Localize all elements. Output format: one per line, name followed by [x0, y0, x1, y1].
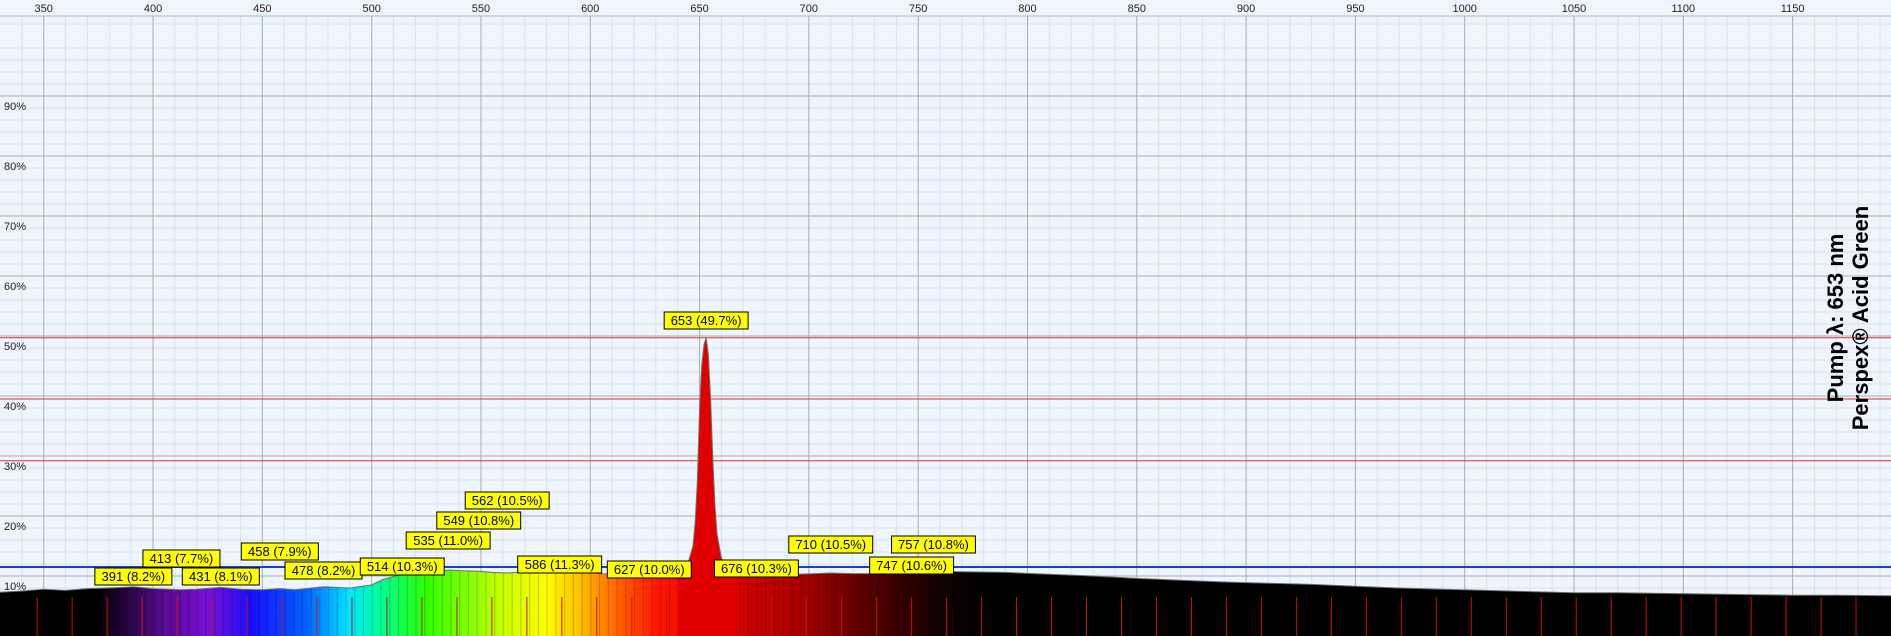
y-tick-label: 80% — [4, 161, 26, 173]
annotation-label: 757 (10.8%) — [898, 537, 969, 552]
annotation: 514 (10.3%) — [359, 557, 445, 576]
y-tick-label: 50% — [4, 341, 26, 353]
annotation: 627 (10.0%) — [606, 560, 692, 579]
x-tick-label: 1100 — [1671, 3, 1695, 15]
annotation: 747 (10.6%) — [869, 556, 955, 575]
x-tick-label: 900 — [1237, 3, 1255, 15]
y-tick-label: 90% — [4, 101, 26, 113]
annotation-label: 747 (10.6%) — [876, 558, 947, 573]
annotation-label: 627 (10.0%) — [614, 562, 685, 577]
y-tick-label: 70% — [4, 221, 26, 233]
annotation-label: 514 (10.3%) — [367, 559, 438, 574]
annotation: 757 (10.8%) — [891, 535, 976, 554]
annotation-label: 562 (10.5%) — [472, 493, 543, 508]
y-tick-label: 20% — [4, 521, 26, 533]
x-tick-label: 650 — [690, 3, 708, 15]
x-tick-label: 850 — [1128, 3, 1146, 15]
x-tick-label: 1050 — [1562, 3, 1586, 15]
x-tick-label: 350 — [35, 3, 53, 15]
annotation-label: 586 (11.3%) — [525, 557, 595, 572]
annotation-label: 431 (8.1%) — [189, 569, 253, 584]
x-tick-label: 600 — [581, 3, 599, 15]
y-tick-label: 40% — [4, 401, 26, 413]
annotation: 710 (10.5%) — [788, 535, 874, 554]
x-tick-label: 400 — [144, 3, 162, 15]
annotation-label: 413 (7.7%) — [150, 551, 214, 566]
annotation-label: 710 (10.5%) — [795, 537, 866, 552]
x-tick-label: 1000 — [1452, 3, 1476, 15]
x-tick-label: 950 — [1346, 3, 1364, 15]
x-tick-label: 450 — [253, 3, 271, 15]
y-tick-label: 30% — [4, 461, 26, 473]
side-label-sample: Perspex® Acid Green — [1848, 206, 1873, 431]
x-tick-label: 750 — [909, 3, 927, 15]
annotation-label: 478 (8.2%) — [292, 563, 356, 578]
annotation-label: 458 (7.9%) — [248, 544, 312, 559]
annotation: 676 (10.3%) — [713, 559, 799, 578]
x-tick-label: 550 — [472, 3, 490, 15]
annotation: 431 (8.1%) — [181, 567, 260, 586]
annotation-label: 549 (10.8%) — [443, 513, 514, 528]
x-tick-label: 700 — [800, 3, 818, 15]
x-tick-label: 800 — [1018, 3, 1036, 15]
annotation: 586 (11.3%) — [517, 555, 603, 574]
side-label-pump: Pump λ: 653 nm — [1823, 234, 1848, 403]
spectrum-chart: 350 400 450 500 550 600 650 700 750 800 850 900 950 1… — [0, 0, 1891, 636]
annotation: 535 (11.0%) — [405, 531, 491, 550]
annotation: 653 (49.7%) — [663, 311, 749, 330]
annotation: 413 (7.7%) — [142, 549, 221, 568]
y-tick-label: 60% — [4, 281, 26, 293]
x-tick-label: 500 — [362, 3, 380, 15]
x-tick-label: 1150 — [1781, 3, 1805, 15]
annotation: 458 (7.9%) — [240, 542, 319, 561]
y-tick-label: 10% — [4, 581, 26, 593]
annotation-label: 653 (49.7%) — [671, 313, 742, 328]
annotation-label: 391 (8.2%) — [102, 569, 166, 584]
annotation: 562 (10.5%) — [464, 491, 550, 510]
annotation: 391 (8.2%) — [94, 567, 173, 586]
annotation-label: 535 (11.0%) — [413, 533, 483, 548]
annotation: 549 (10.8%) — [436, 511, 522, 530]
annotation-label: 676 (10.3%) — [721, 561, 792, 576]
annotation: 478 (8.2%) — [284, 561, 363, 580]
